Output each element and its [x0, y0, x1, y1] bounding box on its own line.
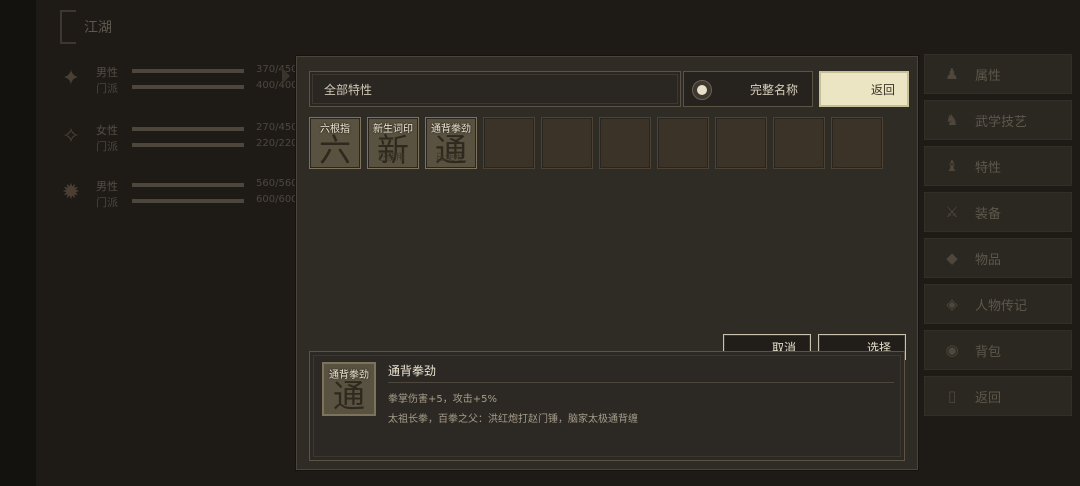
bag-icon: ◉	[945, 341, 959, 359]
mp-value: 400/400	[256, 80, 298, 91]
trait-slot-label: 新生词印	[373, 124, 413, 135]
trait-detail-icon: 通背拳劲 通	[322, 362, 376, 416]
empty-trait-slot[interactable]	[715, 117, 767, 169]
empty-trait-slot[interactable]	[599, 117, 651, 169]
fox-icon: ✧	[61, 124, 81, 149]
hp-bar	[132, 69, 244, 73]
person-icon: ♟	[945, 65, 959, 83]
door-icon: ▯	[947, 387, 957, 405]
trait-slot-label: 六根指	[320, 124, 350, 135]
trait-detail-description: 太祖长拳，百拳之父：洪红炮打赵门锤，脑家太极通背缠	[388, 414, 638, 425]
empty-trait-slot[interactable]	[483, 117, 535, 169]
trait-detail-name: 通背拳劲	[388, 364, 437, 378]
trait-slot[interactable]: 通背拳劲 通 已使用	[425, 117, 477, 169]
side-item-label: 特性	[975, 160, 1002, 176]
used-seal: 已使用	[378, 153, 406, 163]
side-item-items[interactable]: ◆ 物品	[924, 238, 1072, 278]
trait-detail-panel: 通背拳劲 通 通背拳劲 拳掌伤害+5，攻击+5% 太祖长拳，百拳之父：洪红炮打赵…	[309, 351, 905, 461]
side-item-equipment[interactable]: ⚔ 装备	[924, 192, 1072, 232]
trait-detail-icon-glyph: 通	[332, 377, 365, 415]
trait-slot-label: 通背拳劲	[431, 124, 471, 135]
chevron-right-icon	[282, 68, 290, 84]
back-label: 返回	[870, 82, 895, 97]
warrior-icon: ✦	[61, 66, 81, 91]
sword-icon: ⚔	[945, 203, 959, 221]
divider	[388, 382, 894, 383]
book-icon: ◈	[946, 295, 958, 313]
back-button[interactable]: 返回	[819, 71, 909, 107]
side-item-label: 属性	[975, 68, 1002, 84]
side-item-return[interactable]: ▯ 返回	[924, 376, 1072, 416]
side-menu: ♟ 属性 ♞ 武学技艺 ♝ 特性 ⚔ 装备 ◆ 物品 ◈ 人物传记 ◉ 背包 ▯ 返回	[924, 54, 1072, 422]
trait-slot[interactable]: 六根指 六	[309, 117, 361, 169]
trait-icon: ♝	[945, 157, 959, 175]
side-item-label: 武学技艺	[975, 114, 1028, 130]
side-item-attributes[interactable]: ♟ 属性	[924, 54, 1072, 94]
background-character-1: ✦ 男性 门派 370/450 400/400	[56, 62, 298, 102]
character-sub: 门派	[96, 82, 118, 95]
hp-value: 370/450	[256, 64, 298, 75]
item-icon: ◆	[946, 249, 958, 267]
background-character-3: ✹ 男性 门派 560/560 600/600	[56, 176, 298, 216]
fullname-toggle[interactable]: 完整名称	[683, 71, 813, 107]
trait-detail-effect: 拳掌伤害+5，攻击+5%	[388, 394, 497, 405]
side-item-traits[interactable]: ♝ 特性	[924, 146, 1072, 186]
trait-slot-glyph: 六	[318, 131, 351, 169]
character-name: 女性	[96, 124, 118, 137]
side-item-label: 返回	[975, 390, 1002, 406]
character-name: 男性	[96, 66, 118, 79]
trait-select-dialog: 全部特性 完整名称 返回 六根指 六 新生词印 新 已使用 通背拳劲 通 已使用	[296, 56, 918, 470]
side-item-biography[interactable]: ◈ 人物传记	[924, 284, 1072, 324]
hp-bar	[132, 127, 244, 131]
empty-trait-slot[interactable]	[773, 117, 825, 169]
side-item-bag[interactable]: ◉ 背包	[924, 330, 1072, 370]
side-item-label: 装备	[975, 206, 1002, 222]
character-sub: 门派	[96, 140, 118, 153]
trait-filter-label: 全部特性	[324, 82, 373, 97]
martial-icon: ♞	[945, 111, 959, 129]
side-item-label: 物品	[975, 252, 1002, 268]
character-name: 男性	[96, 180, 118, 193]
hp-bar	[132, 183, 244, 187]
toggle-dot-icon	[692, 80, 712, 100]
side-item-label: 背包	[975, 344, 1002, 360]
trait-slot-row: 六根指 六 新生词印 新 已使用 通背拳劲 通 已使用	[309, 117, 883, 169]
mp-bar	[132, 85, 244, 89]
hp-value: 270/450	[256, 122, 298, 133]
fullname-label: 完整名称	[749, 82, 798, 97]
background-title-text: 江湖	[84, 20, 112, 36]
side-item-martial-arts[interactable]: ♞ 武学技艺	[924, 100, 1072, 140]
empty-trait-slot[interactable]	[657, 117, 709, 169]
trait-filter-bar[interactable]: 全部特性	[309, 71, 681, 107]
game-screen: 江湖 ✦ 男性 门派 370/450 400/400 ✧ 女性 门派 270/4…	[0, 0, 1080, 486]
used-seal: 已使用	[436, 153, 464, 163]
mp-bar	[132, 199, 244, 203]
empty-trait-slot[interactable]	[831, 117, 883, 169]
empty-trait-slot[interactable]	[541, 117, 593, 169]
mp-value: 220/220	[256, 138, 298, 149]
trait-slot[interactable]: 新生词印 新 已使用	[367, 117, 419, 169]
left-edge	[0, 0, 36, 486]
title-bracket	[60, 10, 76, 44]
side-item-label: 人物传记	[975, 298, 1028, 314]
mp-value: 600/600	[256, 194, 298, 205]
character-sub: 门派	[96, 196, 118, 209]
beast-icon: ✹	[61, 180, 81, 205]
background-character-2: ✧ 女性 门派 270/450 220/220	[56, 120, 298, 160]
mp-bar	[132, 143, 244, 147]
background-title: 江湖	[60, 10, 112, 44]
hp-value: 560/560	[256, 178, 298, 189]
